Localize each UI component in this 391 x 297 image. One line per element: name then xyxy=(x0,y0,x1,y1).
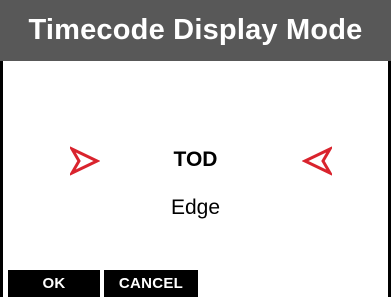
ok-button[interactable]: OK xyxy=(8,270,100,297)
option-list: TOD Edge xyxy=(0,140,391,240)
option-item[interactable]: Edge xyxy=(0,196,391,220)
softkey-bar: OK CANCEL xyxy=(0,270,391,297)
cancel-button[interactable]: CANCEL xyxy=(104,270,198,297)
title-bar: Timecode Display Mode xyxy=(0,0,391,61)
timecode-display-mode-screen: Timecode Display Mode TOD Edge OK CANCEL xyxy=(0,0,391,297)
page-title: Timecode Display Mode xyxy=(28,14,363,46)
option-selected[interactable]: TOD xyxy=(0,148,391,172)
